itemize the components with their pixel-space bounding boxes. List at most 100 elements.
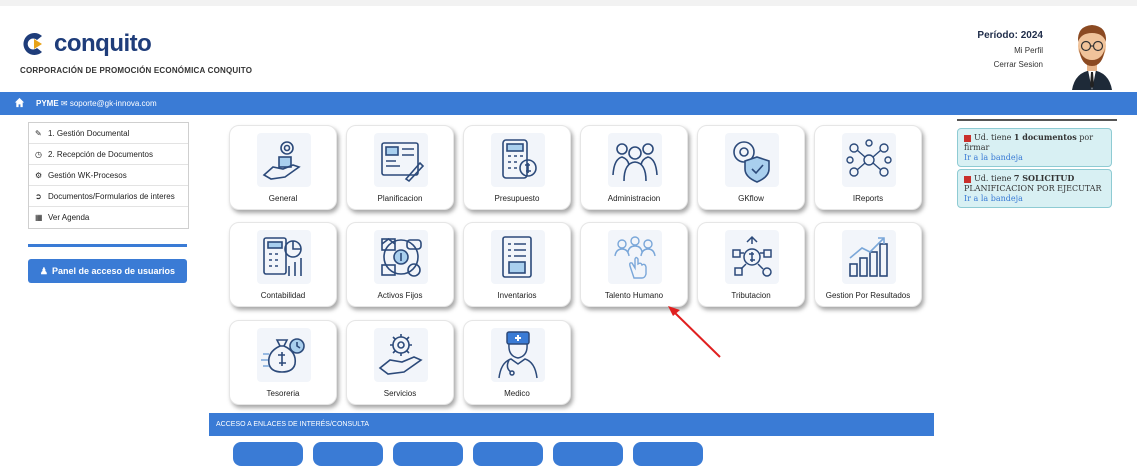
link-button-3[interactable]: [393, 442, 463, 466]
gear-hand-icon: [262, 141, 301, 180]
logout-link[interactable]: Cerrar Sesion: [977, 60, 1043, 69]
menu-item-gestion-documental[interactable]: ✎ 1. Gestión Documental: [29, 123, 188, 144]
menu-item-label: Ver Agenda: [48, 213, 90, 222]
my-profile-link[interactable]: Mi Perfil: [977, 46, 1043, 55]
top-strip: [0, 0, 1137, 6]
tile-tributacion[interactable]: Tributacion: [697, 222, 805, 307]
link-button-1[interactable]: [233, 442, 303, 466]
notification-text: por: [1076, 133, 1094, 142]
menu-item-recepcion-documentos[interactable]: ◷ 2. Recepción de Documentos: [29, 144, 188, 165]
circle-arrow-icon: ➲: [35, 191, 42, 201]
corporation-name: CORPORACIÓN DE PROMOCIÓN ECONÓMICA CONQU…: [20, 66, 253, 75]
tile-talento-humano[interactable]: Talento Humano: [580, 222, 688, 307]
assets-icon: [381, 237, 422, 277]
notification-requests[interactable]: Ud. tiene 7 SOLICITUD PLANIFICACION POR …: [957, 169, 1112, 208]
side-menu: ✎ 1. Gestión Documental ◷ 2. Recepción d…: [28, 122, 189, 229]
menu-divider: [28, 244, 187, 247]
menu-item-ver-agenda[interactable]: ▦ Ver Agenda: [29, 207, 188, 228]
notification-text: firmar: [964, 143, 990, 152]
menu-item-label: Documentos/Formularios de interes: [48, 191, 175, 201]
doctor-icon: [498, 331, 538, 379]
notification-count: 1 documentos: [1013, 132, 1077, 142]
link-button-5[interactable]: [553, 442, 623, 466]
gear-icon: ⚙: [35, 170, 43, 180]
tile-label: Gestion Por Resultados: [825, 291, 911, 300]
tile-label: Tributacion: [731, 291, 771, 300]
menu-item-label: 1. Gestión Documental: [48, 128, 130, 138]
notifications-divider: [957, 119, 1117, 121]
tile-contabilidad[interactable]: Contabilidad: [229, 222, 337, 307]
alert-icon: [964, 134, 971, 142]
user-bar: [0, 92, 1137, 115]
menu-item-label: 2. Recepción de Documentos: [48, 149, 153, 159]
period-block: Período: 2024 Mi Perfil Cerrar Sesion: [977, 30, 1043, 69]
user-icon: ♟: [39, 265, 48, 276]
network-icon: [846, 139, 892, 177]
panel-button-label: Panel de acceso de usuarios: [52, 266, 176, 276]
mail-icon: ✉: [60, 99, 68, 108]
tile-presupuesto[interactable]: Presupuesto: [463, 125, 571, 210]
tile-planificacion[interactable]: Planificacion: [346, 125, 454, 210]
logo[interactable]: conquito: [20, 30, 152, 58]
notification-text: PLANIFICACION POR EJECUTAR: [964, 184, 1102, 193]
user-access-panel-button[interactable]: ♟ Panel de acceso de usuarios: [28, 259, 187, 283]
tile-servicios[interactable]: Servicios: [346, 320, 454, 405]
tile-inventarios[interactable]: Inventarios: [463, 222, 571, 307]
avatar[interactable]: [1067, 16, 1117, 90]
tile-gestion-por-resultados[interactable]: Gestion Por Resultados: [814, 222, 922, 307]
tile-label: Planificacion: [377, 194, 423, 203]
user-info: PYME ✉ soporte@gk-innova.com: [36, 99, 157, 108]
service-hand-icon: [378, 334, 423, 375]
notification-text: Ud. tiene: [974, 133, 1014, 142]
links-section-header: ACCESO A ENLACES DE INTERÉS/CONSULTA: [209, 413, 934, 436]
tile-label: IReports: [852, 194, 884, 203]
go-to-inbox-link[interactable]: Ir a la bandeja: [964, 194, 1023, 203]
pencil-icon: ✎: [35, 128, 42, 138]
calculator-chart-icon: [263, 237, 302, 276]
logo-text: conquito: [54, 30, 152, 57]
link-button-4[interactable]: [473, 442, 543, 466]
blueprint-icon: [381, 142, 425, 183]
clock-icon: ◷: [35, 149, 42, 159]
tile-ireports[interactable]: IReports: [814, 125, 922, 210]
tile-label: Tesoreria: [266, 389, 300, 398]
tile-medico[interactable]: Medico: [463, 320, 571, 405]
team-icon: [612, 143, 658, 182]
period-label: Período: 2024: [977, 30, 1043, 41]
link-button-2[interactable]: [313, 442, 383, 466]
inventory-icon: [502, 236, 532, 278]
notification-text: Ud. tiene: [974, 174, 1014, 183]
tile-gkflow[interactable]: GKflow: [697, 125, 805, 210]
tile-label: Contabilidad: [260, 291, 306, 300]
tile-label: Servicios: [383, 389, 417, 398]
tax-network-icon: [732, 235, 772, 277]
home-icon[interactable]: [14, 97, 25, 108]
tile-label: Inventarios: [497, 291, 537, 300]
tile-label: Talento Humano: [604, 291, 664, 300]
tile-label: Medico: [504, 389, 530, 398]
tile-tesoreria[interactable]: Tesoreria: [229, 320, 337, 405]
tile-label: Presupuesto: [494, 194, 540, 203]
menu-item-label: Gestión WK-Procesos: [48, 170, 127, 180]
conquito-logo-icon: [23, 33, 42, 55]
money-bag-icon: [261, 338, 305, 373]
tile-label: GKflow: [738, 194, 764, 203]
link-button-6[interactable]: [633, 442, 703, 466]
notification-documents[interactable]: Ud. tiene 1 documentos por firmar Ir a l…: [957, 128, 1112, 167]
calendar-icon: ▦: [35, 213, 43, 222]
menu-item-gestion-wk-procesos[interactable]: ⚙ Gestión WK-Procesos: [29, 165, 188, 186]
go-to-inbox-link[interactable]: Ir a la bandeja: [964, 153, 1023, 162]
tile-administracion[interactable]: Administracion: [580, 125, 688, 210]
growth-bars-icon: [849, 237, 888, 277]
calculator-dollar-icon: [502, 139, 537, 179]
tile-activos-fijos[interactable]: Activos Fijos: [346, 222, 454, 307]
tile-general[interactable]: General: [229, 125, 337, 210]
tile-label: General: [268, 194, 298, 203]
red-arrow-annotation: [668, 306, 721, 358]
menu-item-documentos-formularios[interactable]: ➲ Documentos/Formularios de interes: [29, 186, 188, 207]
user-email: soporte@gk-innova.com: [69, 99, 157, 108]
notification-count: 7 SOLICITUD: [1013, 173, 1075, 183]
alert-icon: [964, 175, 971, 183]
people-touch-icon: [614, 236, 656, 279]
tile-label: Activos Fijos: [377, 291, 423, 300]
